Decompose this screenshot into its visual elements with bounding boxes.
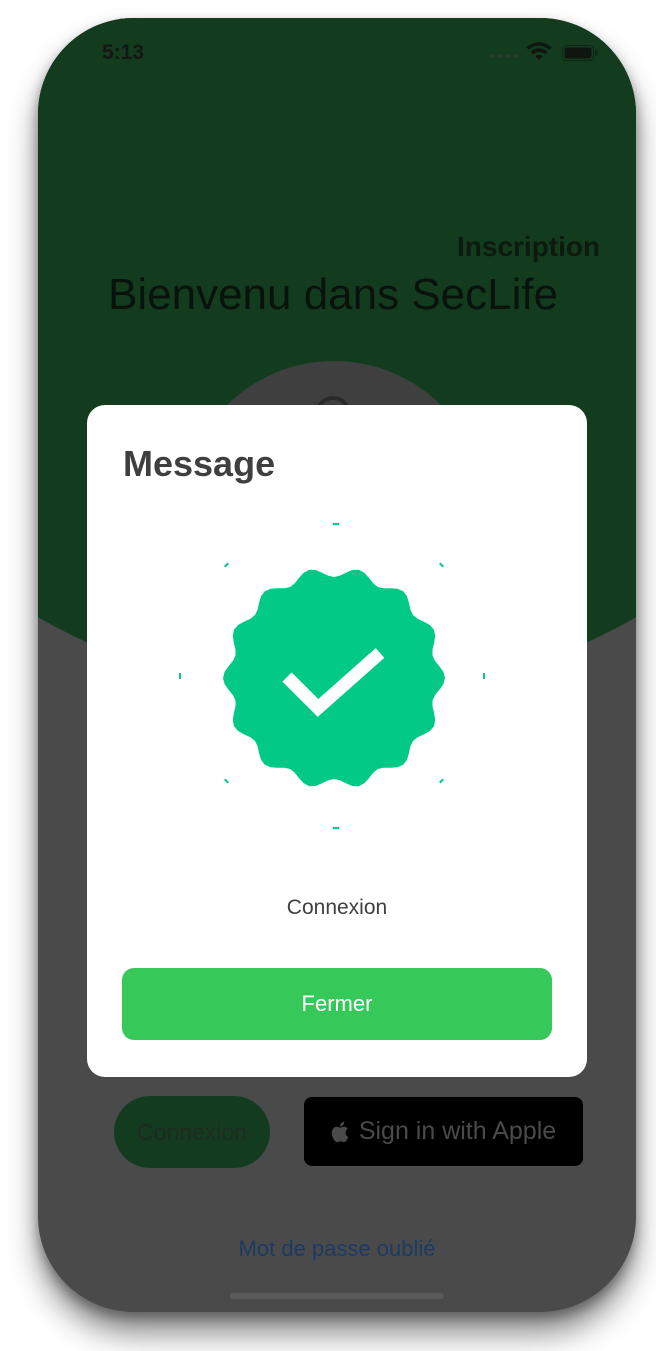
sign-in-with-apple-button[interactable]: Sign in with Apple xyxy=(304,1097,583,1166)
close-button[interactable]: Fermer xyxy=(122,968,552,1040)
dialog-message: Connexion xyxy=(286,896,388,919)
phone-screen: 5:13 Inscription Bienvenu dans SecLife C… xyxy=(38,18,636,1312)
message-dialog: Message Connexion Fermer xyxy=(87,405,587,1077)
wifi-icon xyxy=(526,42,552,60)
apple-button-label: Sign in with Apple xyxy=(358,1117,557,1145)
check-badge-icon xyxy=(179,523,485,829)
login-button[interactable]: Connexion xyxy=(114,1096,270,1168)
welcome-title: Bienvenu dans SecLife xyxy=(108,270,559,319)
signal-dots-icon xyxy=(490,54,518,58)
apple-logo-icon xyxy=(331,1121,349,1142)
home-indicator[interactable] xyxy=(230,1293,444,1299)
forgot-password-link[interactable]: Mot de passe oublié xyxy=(38,1236,636,1262)
dialog-title: Message xyxy=(123,443,276,484)
battery-icon xyxy=(562,45,598,61)
signup-link[interactable]: Inscription xyxy=(457,231,600,263)
status-time: 5:13 xyxy=(102,41,145,64)
